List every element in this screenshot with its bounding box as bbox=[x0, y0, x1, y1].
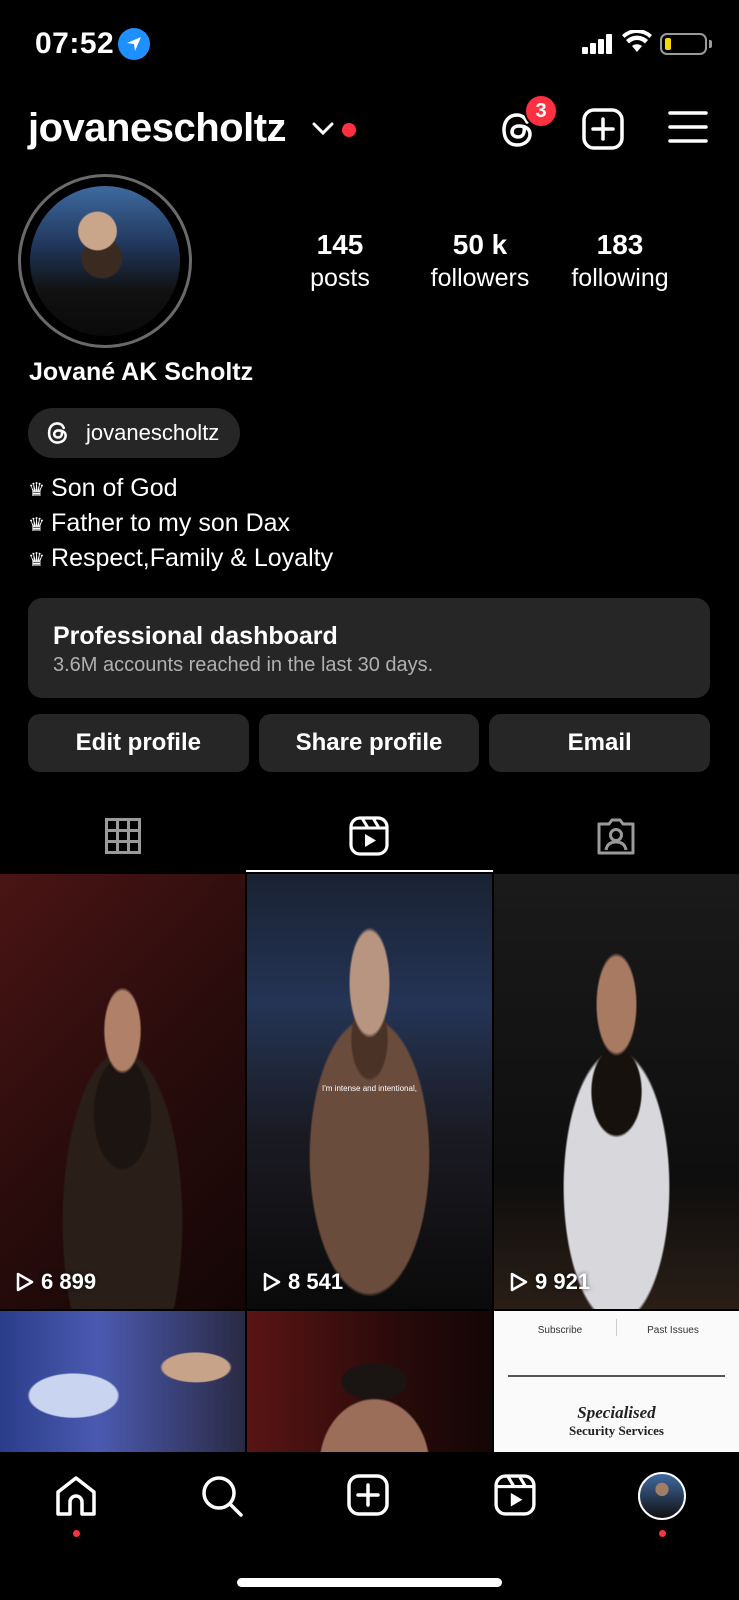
reel-thumbnail[interactable]: 9 921 bbox=[494, 874, 739, 1309]
company-logo-text: Specialised Security Services bbox=[569, 1403, 664, 1438]
dashboard-title: Professional dashboard bbox=[53, 622, 338, 650]
location-arrow-icon bbox=[118, 28, 150, 60]
avatar-image bbox=[30, 186, 180, 336]
stat-posts[interactable]: 145 posts bbox=[270, 228, 410, 294]
tab-posts-grid[interactable] bbox=[0, 800, 246, 872]
reel-thumbnail[interactable]: I'm intense and intentional, 8 541 bbox=[247, 874, 492, 1309]
play-icon bbox=[263, 1272, 281, 1292]
avatar bbox=[638, 1472, 686, 1520]
profile-actions: Edit profile Share profile Email bbox=[28, 714, 711, 772]
profile-bio: ♛ Son of God ♛ Father to my son Dax ♛ Respe… bbox=[28, 472, 333, 577]
dashboard-subtitle: 3.6M accounts reached in the last 30 day… bbox=[53, 654, 434, 676]
tab-tagged[interactable] bbox=[493, 800, 739, 872]
threads-icon bbox=[47, 422, 67, 444]
tagged-icon bbox=[597, 818, 635, 855]
profile-avatar[interactable] bbox=[18, 174, 192, 348]
home-icon[interactable] bbox=[54, 1474, 98, 1518]
bio-line: ♛ Son of God bbox=[28, 474, 178, 502]
notification-dot bbox=[342, 123, 356, 137]
create-post-icon[interactable] bbox=[582, 108, 624, 150]
reel-caption: I'm intense and intentional, bbox=[322, 1084, 417, 1093]
reel-views: 9 921 bbox=[510, 1269, 590, 1295]
play-icon bbox=[16, 1272, 34, 1292]
cellular-signal-icon bbox=[582, 34, 612, 54]
tab-reels[interactable] bbox=[246, 800, 493, 872]
reels-grid: 6 899 I'm intense and intentional, 8 541… bbox=[0, 874, 739, 1452]
post-thumbnail[interactable]: Subscribe Past Issues Specialised Securi… bbox=[494, 1311, 739, 1452]
profile-tabs bbox=[0, 800, 739, 872]
edit-profile-button[interactable]: Edit profile bbox=[28, 714, 249, 772]
reel-thumbnail[interactable] bbox=[0, 1311, 245, 1452]
stat-followers[interactable]: 50 k followers bbox=[410, 228, 550, 294]
reel-thumbnail[interactable] bbox=[247, 1311, 492, 1452]
home-notification-dot bbox=[73, 1530, 80, 1537]
share-profile-button[interactable]: Share profile bbox=[258, 714, 480, 772]
status-time: 07:52 bbox=[35, 27, 115, 60]
battery-icon bbox=[660, 33, 712, 55]
bio-line: ♛ Respect,Family & Loyalty bbox=[28, 544, 334, 572]
newsletter-nav: Subscribe Past Issues bbox=[504, 1319, 729, 1336]
profile-stats: 145 posts 50 k followers 183 following bbox=[270, 228, 690, 294]
profile-tab-avatar[interactable] bbox=[638, 1472, 686, 1520]
profile-header: jovanescholtz 3 bbox=[0, 94, 739, 160]
chevron-down-icon[interactable] bbox=[312, 122, 334, 136]
profile-notification-dot bbox=[659, 1530, 666, 1537]
play-icon bbox=[510, 1272, 528, 1292]
reels-icon[interactable] bbox=[494, 1474, 536, 1516]
stat-following[interactable]: 183 following bbox=[550, 228, 690, 294]
grid-icon bbox=[105, 818, 142, 854]
past-issues-link: Past Issues bbox=[616, 1319, 729, 1336]
profile-full-name: Jované AK Scholtz bbox=[29, 358, 254, 386]
reel-views: 8 541 bbox=[263, 1269, 343, 1295]
search-icon[interactable] bbox=[200, 1474, 244, 1518]
status-bar: 07:52 bbox=[0, 0, 739, 90]
threads-badge: 3 bbox=[524, 94, 558, 128]
create-icon[interactable] bbox=[347, 1474, 389, 1516]
reel-views: 6 899 bbox=[16, 1269, 96, 1295]
crown-icon: ♛ bbox=[28, 515, 46, 536]
threads-handle: jovanescholtz bbox=[86, 420, 220, 445]
wifi-icon bbox=[622, 30, 652, 52]
home-indicator[interactable] bbox=[237, 1578, 502, 1587]
bio-line: ♛ Father to my son Dax bbox=[28, 509, 291, 537]
professional-dashboard[interactable]: Professional dashboard 3.6M accounts rea… bbox=[28, 598, 710, 698]
email-button[interactable]: Email bbox=[489, 714, 711, 772]
hamburger-menu-icon[interactable] bbox=[668, 110, 708, 144]
crown-icon: ♛ bbox=[28, 550, 46, 571]
reels-icon bbox=[349, 816, 390, 856]
threads-profile-link[interactable]: jovanescholtz bbox=[28, 408, 240, 458]
account-switcher-username[interactable]: jovanescholtz bbox=[28, 106, 287, 151]
crown-icon: ♛ bbox=[28, 480, 46, 501]
subscribe-link: Subscribe bbox=[537, 1325, 583, 1336]
reel-thumbnail[interactable]: 6 899 bbox=[0, 874, 245, 1309]
